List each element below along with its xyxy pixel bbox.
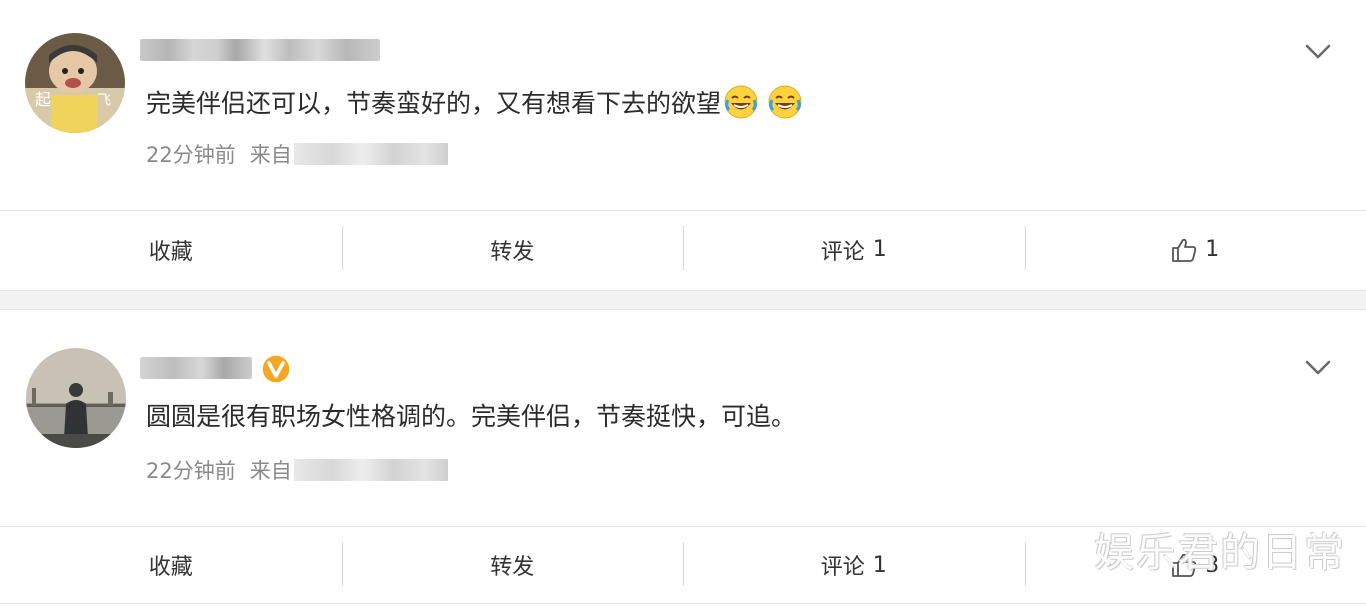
like-count: 1 xyxy=(1205,237,1220,262)
timestamp: 22分钟前 xyxy=(146,143,236,167)
svg-text:飞: 飞 xyxy=(97,93,111,109)
repost-button[interactable]: 转发 xyxy=(341,211,684,288)
laugh-cry-emoji-icon xyxy=(724,85,758,119)
username-redacted[interactable] xyxy=(140,39,380,61)
source-label: 来自 xyxy=(249,143,292,167)
avatar-image xyxy=(26,348,126,448)
source-redacted[interactable] xyxy=(293,459,448,481)
comment-body: 完美伴侣还可以，节奏蛮好的，又有想看下去的欲望 xyxy=(146,89,722,118)
favorite-label: 收藏 xyxy=(148,239,193,265)
repost-label: 转发 xyxy=(490,555,535,580)
verified-badge-icon xyxy=(261,354,291,384)
favorite-button[interactable]: 收藏 xyxy=(0,527,342,603)
thumbs-up-icon xyxy=(1172,238,1197,262)
favorite-label: 收藏 xyxy=(148,555,193,580)
comment-button[interactable]: 评论 1 xyxy=(683,527,1025,603)
comment-label: 评论 xyxy=(820,555,865,580)
comment-count: 1 xyxy=(872,552,887,578)
comment-card: 起 飞 完美伴侣还可以，节奏蛮好的，又有想看下去的欲望 22分钟前 来自 收藏 … xyxy=(0,0,1366,290)
chevron-down-icon[interactable] xyxy=(1304,42,1332,62)
comment-count: 1 xyxy=(872,237,887,262)
source-label: 来自 xyxy=(249,459,292,483)
comment-meta: 22分钟前 来自 xyxy=(146,455,448,485)
weibo-comment-list: 起 飞 完美伴侣还可以，节奏蛮好的，又有想看下去的欲望 22分钟前 来自 收藏 … xyxy=(0,0,1366,606)
like-button[interactable]: 1 xyxy=(1024,211,1366,288)
source-redacted[interactable] xyxy=(293,143,448,165)
avatar[interactable] xyxy=(26,348,126,448)
comment-label: 评论 xyxy=(820,239,865,265)
comment-meta: 22分钟前 来自 xyxy=(146,139,448,169)
comment-text: 圆圆是很有职场女性格调的。完美伴侣，节奏挺快，可追。 xyxy=(146,399,796,435)
comment-button[interactable]: 评论 1 xyxy=(683,211,1025,288)
card-separator xyxy=(0,290,1366,310)
svg-text:起: 起 xyxy=(35,90,51,109)
comment-body: 圆圆是很有职场女性格调的。完美伴侣，节奏挺快，可追。 xyxy=(146,402,797,431)
timestamp: 22分钟前 xyxy=(146,459,236,483)
comment-text: 完美伴侣还可以，节奏蛮好的，又有想看下去的欲望 xyxy=(146,84,803,122)
avatar[interactable]: 起 飞 xyxy=(25,33,125,133)
laugh-cry-emoji-icon xyxy=(768,85,802,119)
avatar-image: 起 飞 xyxy=(25,33,125,133)
chevron-down-icon[interactable] xyxy=(1304,358,1332,378)
repost-button[interactable]: 转发 xyxy=(341,527,684,603)
watermark: 娱乐君的日常 xyxy=(1094,530,1346,576)
action-bar: 收藏 转发 评论 1 1 xyxy=(0,210,1366,288)
repost-label: 转发 xyxy=(490,239,535,265)
username-redacted[interactable] xyxy=(140,357,252,379)
favorite-button[interactable]: 收藏 xyxy=(0,211,342,288)
